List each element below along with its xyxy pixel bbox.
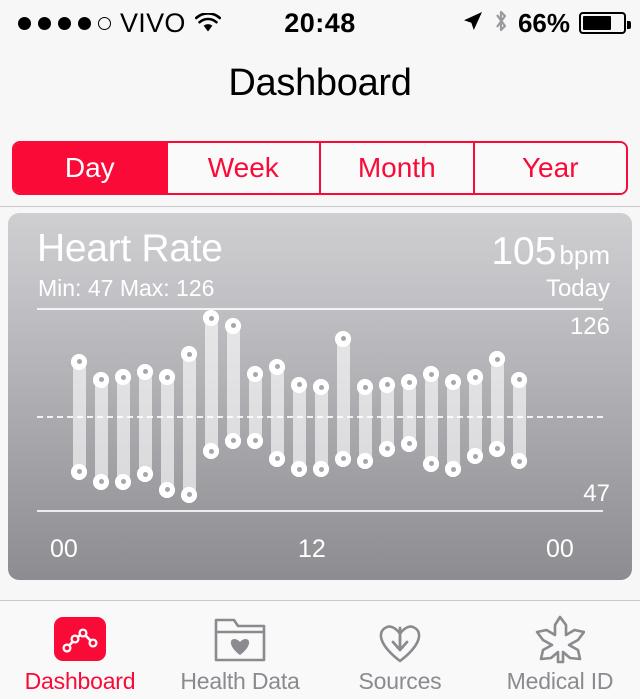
chart-bar-max-knob bbox=[115, 369, 131, 386]
chart-bar-min-knob bbox=[357, 453, 373, 470]
chart-bar bbox=[138, 371, 152, 475]
chart-bar-min-knob bbox=[93, 473, 109, 490]
bluetooth-icon bbox=[493, 9, 509, 38]
chart-bar-max-knob bbox=[511, 371, 527, 388]
folder-heart-icon bbox=[213, 613, 267, 665]
tab-label-dashboard: Dashboard bbox=[24, 668, 136, 694]
chart-bar-min-knob bbox=[137, 466, 153, 483]
segment-week[interactable]: Week bbox=[165, 143, 319, 193]
chart-bar bbox=[446, 382, 460, 470]
line-chart-icon bbox=[54, 613, 106, 665]
chart-bar-max-knob bbox=[335, 330, 351, 347]
chart-bar-min-knob bbox=[511, 453, 527, 470]
tab-label-medical-id: Medical ID bbox=[506, 668, 614, 694]
chart-bar-max-knob bbox=[137, 363, 153, 380]
heart-rate-chart: 126 47 00 12 00 bbox=[8, 213, 632, 580]
chart-bar-max-knob bbox=[291, 376, 307, 393]
chart-bar-min-knob bbox=[445, 461, 461, 478]
chart-bar bbox=[358, 387, 372, 462]
chart-bar bbox=[490, 359, 504, 449]
chart-bar bbox=[512, 379, 526, 462]
tab-label-sources: Sources bbox=[358, 668, 442, 694]
battery-percent: 66% bbox=[517, 7, 570, 38]
chart-bar-min-knob bbox=[401, 435, 417, 452]
chart-bar-min-knob bbox=[71, 463, 87, 480]
heart-download-icon bbox=[373, 613, 427, 665]
chart-bar bbox=[204, 318, 218, 452]
chart-bar bbox=[94, 379, 108, 482]
chart-bar-min-knob bbox=[313, 461, 329, 478]
header-divider bbox=[0, 206, 640, 207]
chart-bar-min-knob bbox=[423, 455, 439, 472]
chart-bar bbox=[72, 361, 86, 472]
segment-year[interactable]: Year bbox=[472, 143, 626, 193]
chart-bar-min-knob bbox=[247, 432, 263, 449]
chart-bar bbox=[160, 377, 174, 490]
status-bar: VIVO 20:48 66% bbox=[0, 0, 640, 46]
segment-month[interactable]: Month bbox=[319, 143, 473, 193]
chart-bar bbox=[402, 382, 416, 444]
chart-bar bbox=[424, 374, 438, 464]
chart-bar-max-knob bbox=[181, 346, 197, 363]
tab-health-data[interactable]: Health Data bbox=[160, 601, 320, 699]
chart-bar bbox=[314, 387, 328, 470]
chart-bar bbox=[336, 338, 350, 459]
health-app-screen: VIVO 20:48 66% Dashboard Day Week Month … bbox=[0, 0, 640, 699]
chart-bar-max-knob bbox=[159, 369, 175, 386]
heart-rate-card[interactable]: Heart Rate Min: 47 Max: 126 105 bpm Today… bbox=[8, 213, 632, 580]
chart-bar-max-knob bbox=[489, 351, 505, 368]
location-arrow-icon bbox=[462, 10, 484, 37]
chart-bar-min-knob bbox=[335, 450, 351, 467]
chart-bar-max-knob bbox=[225, 317, 241, 334]
chart-bars bbox=[8, 213, 632, 580]
battery-icon bbox=[579, 12, 631, 34]
chart-bar bbox=[116, 377, 130, 482]
segment-day[interactable]: Day bbox=[14, 143, 166, 193]
chart-bar-min-knob bbox=[291, 461, 307, 478]
chart-bar bbox=[380, 384, 394, 449]
chart-bar-min-knob bbox=[115, 473, 131, 490]
chart-bar-max-knob bbox=[467, 369, 483, 386]
chart-bar bbox=[226, 325, 240, 441]
tab-dashboard[interactable]: Dashboard bbox=[0, 601, 160, 699]
chart-bar-min-knob bbox=[159, 481, 175, 498]
chart-bar bbox=[292, 384, 306, 470]
status-bar-right: 66% bbox=[462, 7, 631, 39]
chart-bar bbox=[248, 374, 262, 441]
tab-sources[interactable]: Sources bbox=[320, 601, 480, 699]
chart-bar-max-knob bbox=[269, 358, 285, 375]
chart-bar-max-knob bbox=[379, 376, 395, 393]
tab-medical-id[interactable]: Medical ID bbox=[480, 601, 640, 699]
page-title: Dashboard bbox=[228, 62, 412, 104]
chart-bar-max-knob bbox=[93, 371, 109, 388]
chart-bar-min-knob bbox=[269, 450, 285, 467]
tab-label-health-data: Health Data bbox=[180, 668, 300, 694]
chart-bar bbox=[182, 354, 196, 495]
chart-bar-min-knob bbox=[181, 486, 197, 503]
star-of-life-icon bbox=[535, 613, 585, 665]
chart-bar bbox=[468, 377, 482, 457]
chart-bar-min-knob bbox=[467, 448, 483, 465]
chart-bar bbox=[270, 366, 284, 459]
chart-bar-min-knob bbox=[225, 432, 241, 449]
chart-bar-min-knob bbox=[379, 440, 395, 457]
chart-bar-min-knob bbox=[489, 440, 505, 457]
chart-bar-max-knob bbox=[71, 353, 87, 370]
tab-bar: Dashboard Health Data Sources Medical ID bbox=[0, 601, 640, 699]
time-range-segmented-control[interactable]: Day Week Month Year bbox=[12, 141, 628, 195]
chart-bar-min-knob bbox=[203, 443, 219, 460]
